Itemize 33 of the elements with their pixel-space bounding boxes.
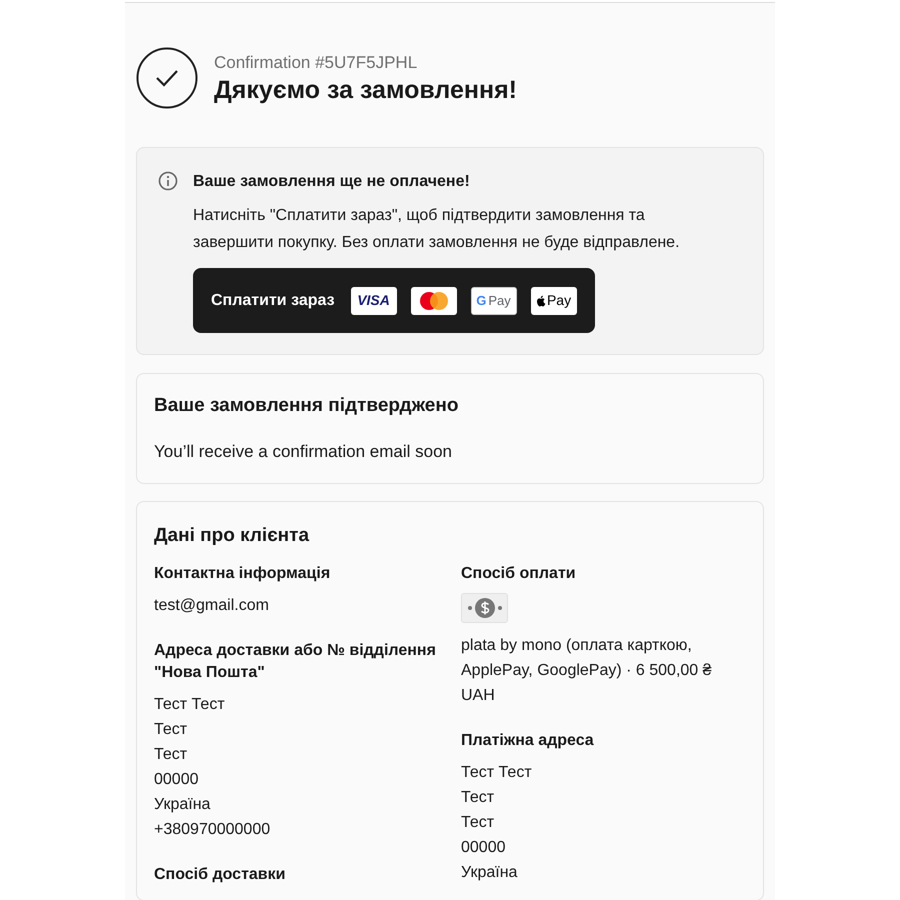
checkmark-circle-icon xyxy=(136,47,198,109)
section-heading: Спосіб оплати xyxy=(461,564,577,584)
section-heading: Адреса доставки або № відділення "Нова Пошта" xyxy=(154,640,437,682)
google-pay-logo: G Pay xyxy=(470,286,517,314)
notice-text: Натисніть "Сплатити зараз", щоб підтвердити замовлення та завершити покупку. Без оплати замовлення не буде відправлене. xyxy=(193,206,681,253)
detail-text: test@gmail.com xyxy=(154,596,270,616)
detail-text: Тест xyxy=(461,812,496,832)
cash-icon xyxy=(461,592,508,622)
section-heading: Спосіб доставки xyxy=(154,864,286,884)
detail-text: plata by mono (оплата карткою, ApplePay, GooglePay) · 6 500,00 ₴ UAH xyxy=(461,636,713,706)
info-icon xyxy=(158,171,178,191)
confirmation-number: Confirmation #5U7F5JPHL xyxy=(214,52,418,74)
confirmation-title: Ваше замовлення підтверджено xyxy=(154,394,460,418)
detail-text: Тест Тест xyxy=(154,694,226,714)
detail-text: 00000 xyxy=(154,770,200,790)
detail-text: Тест Тест xyxy=(461,762,533,782)
page-title: Дякуємо за замовлення! xyxy=(214,75,517,106)
detail-text: Тест xyxy=(154,720,188,740)
detail-text: 00000 xyxy=(461,838,506,858)
notice-title: Ваше замовлення ще не оплачене! xyxy=(193,172,471,192)
section-heading: Контактна інформація xyxy=(154,564,332,584)
pay-now-button[interactable]: Сплатити зараз VISA G Pay Pay xyxy=(193,268,595,333)
detail-text: +380970000000 xyxy=(154,820,272,840)
detail-text: Україна xyxy=(154,794,212,814)
apple-pay-logo: Pay xyxy=(530,286,577,314)
confirmation-text: You’ll receive a confirmation email soon xyxy=(154,440,453,462)
mastercard-logo xyxy=(410,286,457,314)
customer-title: Дані про клієнта xyxy=(154,524,310,548)
detail-text: Тест xyxy=(154,744,188,764)
visa-logo: VISA xyxy=(350,286,397,314)
detail-text: Україна xyxy=(461,862,518,882)
section-heading: Платіжна адреса xyxy=(461,730,595,750)
detail-text: Тест xyxy=(461,788,496,808)
